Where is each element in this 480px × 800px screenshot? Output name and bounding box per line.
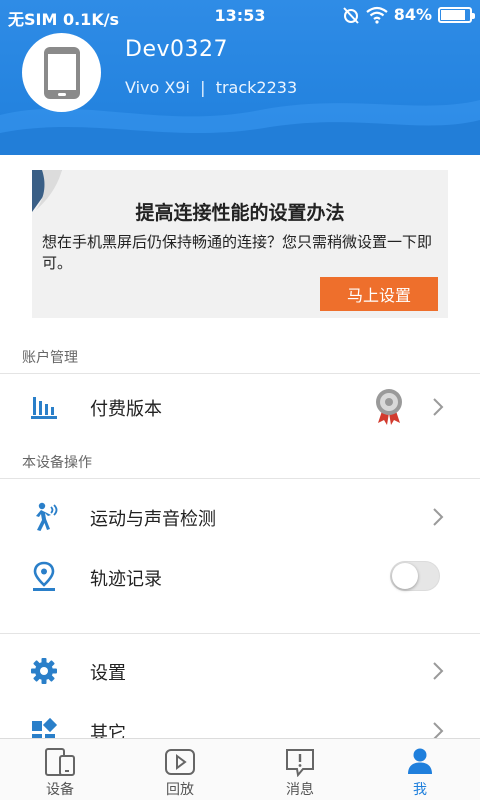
row-label: 设置 — [90, 663, 126, 684]
section-label-account: 账户管理 — [22, 350, 78, 366]
user-icon — [408, 748, 432, 774]
profile-header: 无SIM 0.1K/s 13:53 84% Dev0327 Vivo X9i |… — [0, 0, 480, 155]
nav-tab-messages[interactable]: 消息 — [240, 739, 360, 800]
device-icon — [45, 748, 75, 776]
nav-tab-devices[interactable]: 设备 — [0, 739, 120, 800]
wifi-icon — [366, 6, 388, 24]
nav-label: 消息 — [286, 782, 314, 798]
nav-label: 设备 — [46, 782, 74, 798]
device-subtitle: Vivo X9i | track2233 — [125, 78, 298, 97]
device-avatar[interactable] — [22, 33, 101, 112]
battery-icon — [438, 6, 475, 23]
status-icons: 84% — [342, 5, 475, 24]
setup-now-button[interactable]: 马上设置 — [320, 277, 438, 311]
divider — [0, 633, 480, 634]
message-icon — [286, 749, 314, 777]
nav-tab-playback[interactable]: 回放 — [120, 739, 240, 800]
toggle-knob — [392, 563, 418, 589]
section-label-device: 本设备操作 — [22, 455, 92, 471]
bottom-nav: 设备 回放 消息 我 — [0, 738, 480, 800]
chevron-right-icon — [433, 508, 444, 526]
chart-bars-icon — [28, 391, 60, 423]
play-icon — [165, 749, 195, 775]
promo-card: 提高连接性能的设置办法 想在手机黑屏后仍保持畅通的连接？您只需稍微设置一下即可。… — [32, 170, 448, 318]
promo-description: 想在手机黑屏后仍保持畅通的连接？您只需稍微设置一下即可。 — [42, 233, 433, 272]
chevron-right-icon — [433, 398, 444, 416]
alarm-off-icon — [342, 6, 359, 24]
location-pin-icon — [28, 561, 60, 593]
chevron-right-icon — [433, 662, 444, 680]
gear-icon — [28, 655, 60, 687]
battery-percent: 84% — [393, 5, 432, 24]
row-premium-version[interactable]: 付费版本 — [0, 379, 480, 435]
phone-icon — [43, 46, 80, 99]
row-label: 轨迹记录 — [90, 569, 162, 590]
row-label: 运动与声音检测 — [90, 509, 216, 530]
nav-label: 回放 — [166, 782, 194, 798]
walking-person-icon — [28, 501, 60, 533]
status-bar: 无SIM 0.1K/s 13:53 84% — [0, 0, 480, 30]
medal-icon — [376, 389, 402, 425]
nav-label: 我 — [413, 782, 427, 798]
nav-tab-me[interactable]: 我 — [360, 739, 480, 800]
row-track-recording: 轨迹记录 — [0, 549, 480, 605]
divider — [0, 373, 480, 374]
track-recording-toggle[interactable] — [390, 561, 440, 591]
promo-title: 提高连接性能的设置办法 — [135, 202, 345, 224]
row-settings[interactable]: 设置 — [0, 643, 480, 699]
divider — [0, 478, 480, 479]
row-label: 付费版本 — [90, 399, 162, 420]
row-motion-sound-detection[interactable]: 运动与声音检测 — [0, 489, 480, 545]
device-name: Dev0327 — [125, 37, 228, 62]
